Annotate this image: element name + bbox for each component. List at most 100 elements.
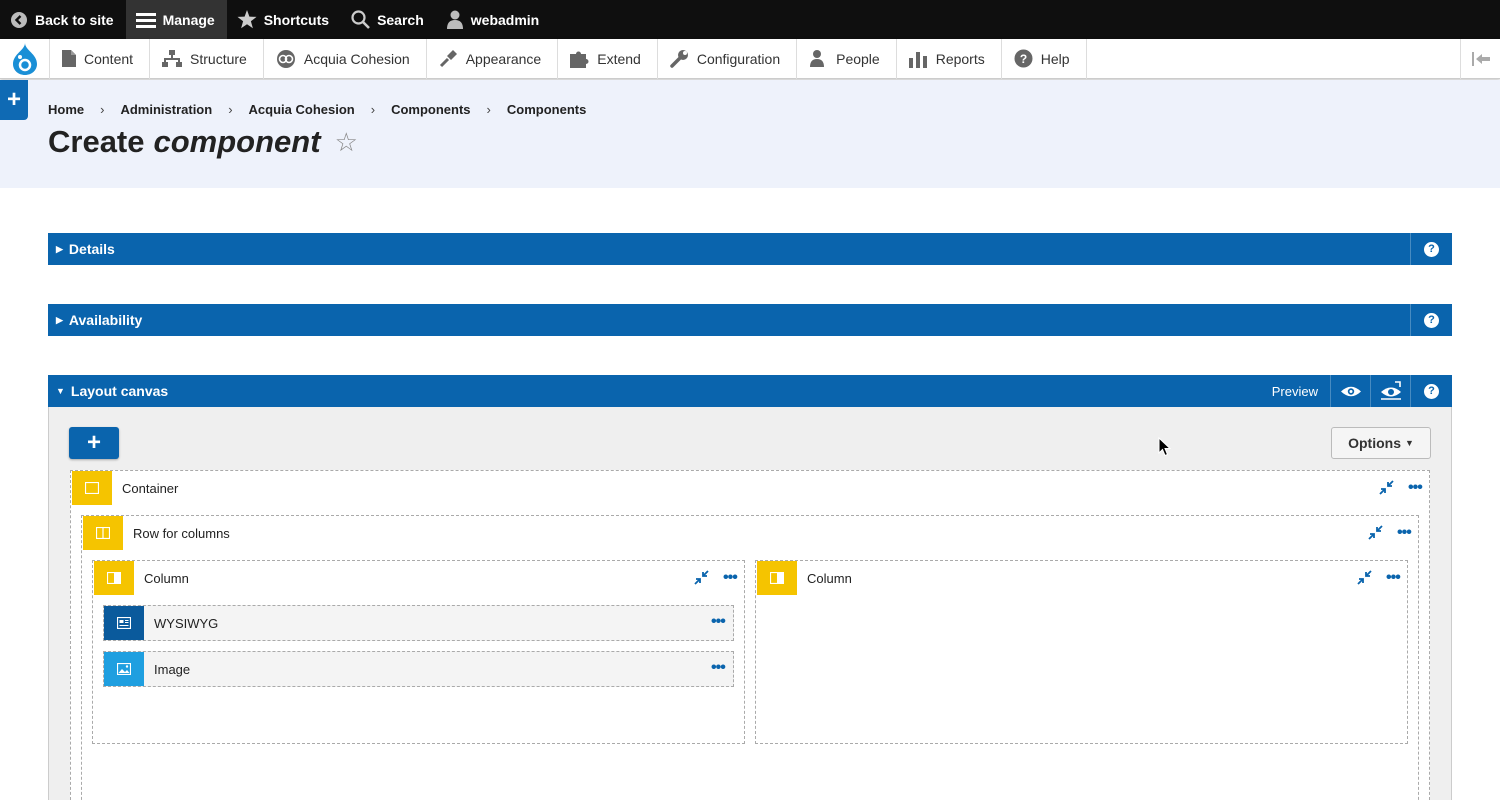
tray-people[interactable]: People	[797, 38, 897, 79]
shortcuts-label: Shortcuts	[263, 11, 330, 28]
manage-label: Manage	[162, 11, 215, 28]
tray-help-label: Help	[1040, 50, 1070, 67]
wysiwyg-header[interactable]: WYSIWYG	[104, 606, 218, 640]
tray-orientation-toggle[interactable]	[1460, 39, 1500, 79]
breadcrumb-home[interactable]: Home	[48, 102, 84, 117]
search-icon	[351, 10, 370, 29]
container-controls: •••	[1379, 479, 1423, 495]
admin-tray: Content Structure Acquia Cohesion Appear…	[0, 38, 1500, 79]
container-icon	[72, 471, 112, 505]
svg-text:?: ?	[1020, 52, 1027, 66]
breadcrumb-acquia-cohesion[interactable]: Acquia Cohesion	[249, 102, 355, 117]
wysiwyg-icon	[104, 606, 144, 640]
options-dropdown-button[interactable]: Options ▼	[1331, 427, 1431, 459]
wysiwyg-label: WYSIWYG	[154, 615, 219, 631]
layout-canvas-label: Layout canvas	[70, 383, 169, 399]
tray-appearance-label: Appearance	[465, 50, 542, 67]
details-label: Details	[68, 241, 115, 257]
collapse-icon[interactable]	[1357, 570, 1372, 585]
options-label: Options	[1348, 435, 1401, 451]
file-icon	[62, 50, 76, 67]
column-left-more-button[interactable]: •••	[723, 569, 738, 585]
row-header[interactable]: Row for columns	[83, 516, 230, 550]
tray-acquia-cohesion[interactable]: Acquia Cohesion	[264, 38, 427, 79]
help-icon: ?	[1424, 383, 1439, 399]
container-label: Container	[122, 480, 179, 496]
collapse-icon[interactable]	[1368, 525, 1383, 540]
page-title: Create component ☆	[48, 124, 358, 160]
favorite-star-icon[interactable]: ☆	[335, 127, 358, 158]
tray-structure-label: Structure	[190, 50, 247, 67]
eye-icon	[1340, 386, 1361, 396]
preview-button[interactable]	[1330, 375, 1370, 407]
column-left-controls: •••	[694, 569, 738, 585]
drupal-logo-icon[interactable]	[0, 38, 50, 79]
user-tab[interactable]: webadmin	[436, 0, 551, 39]
container-header[interactable]: Container	[72, 471, 178, 505]
preview-fullscreen-button[interactable]	[1370, 375, 1410, 407]
image-more-button[interactable]: •••	[711, 660, 726, 676]
column-right-controls: •••	[1357, 569, 1401, 585]
mouse-cursor-icon	[1158, 437, 1172, 457]
wysiwyg-more-button[interactable]: •••	[711, 614, 726, 630]
breadcrumb-components-2[interactable]: Components	[507, 102, 586, 117]
collapse-icon[interactable]	[1379, 480, 1394, 495]
breadcrumb-administration[interactable]: Administration	[120, 102, 212, 117]
back-to-site-link[interactable]: Back to site	[0, 0, 126, 39]
breadcrumb-separator: ›	[228, 102, 233, 117]
add-element-button[interactable]: +	[69, 427, 119, 459]
tray-extend[interactable]: Extend	[558, 38, 658, 79]
breadcrumb-separator: ›	[486, 102, 491, 117]
back-arrow-icon	[11, 11, 27, 28]
column-icon	[757, 561, 797, 595]
breadcrumb: Home › Administration › Acquia Cohesion …	[48, 102, 586, 117]
help-icon: ?	[1424, 312, 1439, 328]
tray-help[interactable]: ? Help	[1002, 38, 1087, 79]
manage-tab[interactable]: Manage	[125, 0, 227, 39]
help-icon: ?	[1014, 49, 1033, 68]
caret-down-icon: ▼	[1404, 438, 1414, 448]
column-left-header[interactable]: Column	[94, 561, 189, 595]
column-right-label: Column	[807, 570, 852, 586]
availability-help-button[interactable]: ?	[1410, 304, 1452, 336]
breadcrumb-components[interactable]: Components	[391, 102, 470, 117]
image-header[interactable]: Image	[104, 652, 190, 686]
tray-reports[interactable]: Reports	[897, 38, 1002, 79]
collapse-icon[interactable]	[694, 570, 709, 585]
puzzle-icon	[570, 51, 589, 68]
row-more-button[interactable]: •••	[1397, 524, 1412, 540]
image-label: Image	[154, 661, 191, 677]
image-component[interactable]	[103, 651, 734, 687]
layout-canvas-tools: Preview	[1272, 375, 1410, 407]
people-icon	[810, 50, 825, 67]
tray-extend-label: Extend	[597, 50, 641, 67]
bar-chart-icon	[908, 51, 927, 68]
tray-content[interactable]: Content	[50, 38, 151, 79]
cohesion-icon	[276, 49, 295, 68]
search-tab[interactable]: Search	[341, 0, 436, 39]
user-icon	[446, 10, 463, 29]
row-label: Row for columns	[133, 525, 230, 541]
shortcuts-tab[interactable]: Shortcuts	[227, 0, 341, 39]
star-icon	[237, 10, 257, 29]
tray-structure[interactable]: Structure	[150, 38, 264, 79]
availability-label: Availability	[68, 312, 143, 328]
column-right-header[interactable]: Column	[757, 561, 852, 595]
add-shortcut-tab[interactable]: +	[0, 80, 28, 120]
availability-accordion[interactable]: ▶ Availability ?	[48, 304, 1452, 336]
details-accordion[interactable]: ▶ Details ?	[48, 233, 1452, 265]
page-title-italic: component	[153, 124, 321, 159]
container-more-button[interactable]: •••	[1408, 479, 1423, 495]
tray-configuration-label: Configuration	[696, 50, 781, 67]
caret-right-icon: ▶	[56, 243, 63, 254]
column-icon	[94, 561, 134, 595]
column-right-more-button[interactable]: •••	[1386, 569, 1401, 585]
column-right-element[interactable]	[755, 560, 1408, 744]
details-help-button[interactable]: ?	[1410, 233, 1452, 265]
image-icon	[104, 652, 144, 686]
layout-canvas-accordion[interactable]: ▼ Layout canvas Preview ?	[48, 375, 1452, 407]
layout-canvas-help-button[interactable]: ?	[1410, 375, 1452, 407]
breadcrumb-separator: ›	[370, 102, 376, 117]
tray-appearance[interactable]: Appearance	[427, 38, 559, 79]
tray-configuration[interactable]: Configuration	[658, 38, 798, 79]
